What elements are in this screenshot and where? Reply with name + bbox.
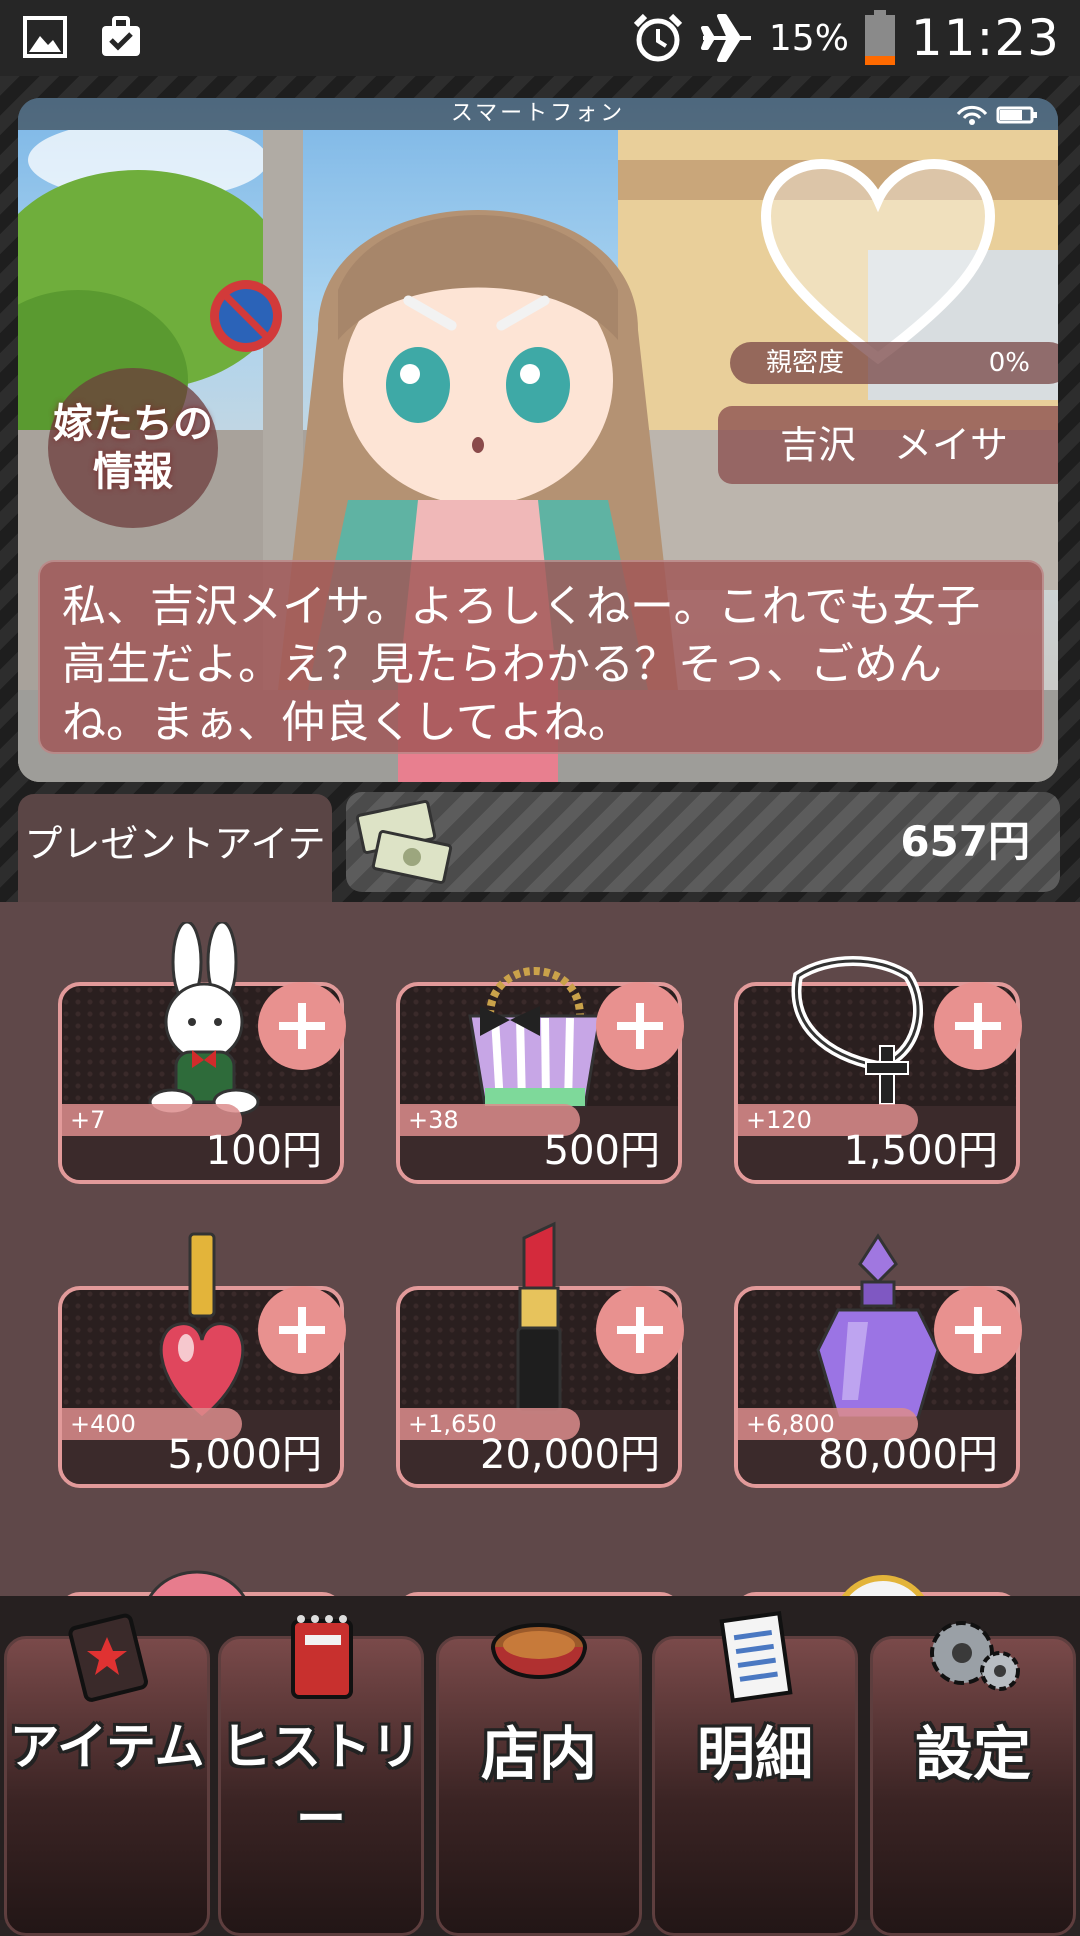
item-card[interactable]: +120 1,500円 <box>734 956 1022 1184</box>
battery-icon <box>864 10 895 65</box>
nav-items-button[interactable]: アイテム <box>4 1613 210 1936</box>
info-badge-line1: 嫁たちの <box>53 401 213 447</box>
image-icon <box>23 16 67 58</box>
affinity-value: 0% <box>988 348 1030 378</box>
heart-icon <box>760 158 996 365</box>
clock: 11:23 <box>910 9 1060 67</box>
add-item-button[interactable] <box>934 1286 1022 1374</box>
affinity-bar: 親密度 0% <box>730 342 1058 384</box>
item-price: 1,500円 <box>843 1128 998 1174</box>
item-card[interactable]: +6,800 80,000円 <box>734 1233 1022 1488</box>
food-bowl-icon <box>491 1623 587 1679</box>
dialog-box[interactable]: 私、吉沢メイサ。よろしくねー。これでも女子高生だよ。え？見たらわかる？そっ、ごめ… <box>38 560 1044 754</box>
wifi-battery-icon <box>956 105 1037 125</box>
banknotes-icon <box>355 799 453 885</box>
nav-history-label: ヒストリー <box>221 1718 421 1848</box>
phone-title-bar: スマートフォン <box>18 98 1058 130</box>
affinity-label: 親密度 <box>766 348 845 378</box>
tab-present-items[interactable]: プレゼントアイテム <box>18 794 332 966</box>
item-grid: +7 100円 +38 500円 +120 1,500円 +400 5,000円… <box>0 902 1080 1622</box>
add-item-button[interactable] <box>258 982 346 1070</box>
item-price: 5,000円 <box>167 1432 322 1478</box>
bottom-navigation: アイテム ヒストリー 店内 明細 設定 <box>0 1596 1080 1936</box>
phone-title: スマートフォン <box>450 101 626 126</box>
item-price: 80,000円 <box>818 1432 998 1478</box>
item-card[interactable]: +400 5,000円 <box>58 1232 346 1488</box>
money-amount: 657円 <box>900 817 1030 866</box>
nav-history-button[interactable]: ヒストリー <box>218 1615 424 1936</box>
add-item-button[interactable] <box>258 1286 346 1374</box>
item-price: 20,000円 <box>480 1432 660 1478</box>
nav-statement-button[interactable]: 明細 <box>652 1610 858 1936</box>
add-item-button[interactable] <box>596 1286 684 1374</box>
nav-store-button[interactable]: 店内 <box>436 1623 642 1936</box>
add-item-button[interactable] <box>934 982 1022 1070</box>
handbag-icon <box>468 967 602 1108</box>
briefcase-check-icon <box>102 16 140 56</box>
item-card-icon <box>68 1613 148 1702</box>
item-price: 500円 <box>543 1128 660 1174</box>
nail-polish-icon <box>159 1232 245 1420</box>
status-bar: 15% 11:23 <box>0 0 1080 76</box>
airplane-icon <box>700 14 751 62</box>
wife-info-button[interactable]: 嫁たちの 情報 <box>48 368 218 528</box>
item-card[interactable]: +7 100円 <box>58 922 346 1184</box>
info-badge-line2: 情報 <box>93 449 173 495</box>
gears-icon <box>930 1621 1020 1691</box>
dialog-text: 私、吉沢メイサ。よろしくねー。これでも女子高生だよ。え？見たらわかる？そっ、ごめ… <box>62 581 981 748</box>
notebook-icon <box>291 1615 353 1699</box>
character-name: 吉沢 メイサ <box>718 406 1058 484</box>
perfume-icon <box>816 1233 940 1420</box>
receipt-icon <box>719 1610 793 1703</box>
item-price: 100円 <box>205 1128 322 1174</box>
money-bar: 657円 <box>346 792 1060 892</box>
nav-settings-button[interactable]: 設定 <box>870 1621 1076 1936</box>
nav-settings-label: 設定 <box>914 1720 1031 1788</box>
nav-items-label: アイテム <box>9 1718 205 1776</box>
lipstick-icon <box>516 1221 562 1414</box>
add-item-button[interactable] <box>596 982 684 1070</box>
character-screen: スマートフォン 嫁たちの 情報 親密度 0% 吉沢 メイサ 私、吉沢メイサ。よろ… <box>18 98 1058 782</box>
item-card[interactable]: +1,650 20,000円 <box>396 1221 684 1488</box>
nav-statement-label: 明細 <box>696 1720 813 1788</box>
alarm-icon <box>633 13 683 62</box>
cross-necklace-icon <box>791 956 923 1105</box>
battery-percent: 15% <box>768 17 849 59</box>
nav-store-label: 店内 <box>480 1720 597 1788</box>
item-card[interactable]: +38 500円 <box>396 967 684 1184</box>
